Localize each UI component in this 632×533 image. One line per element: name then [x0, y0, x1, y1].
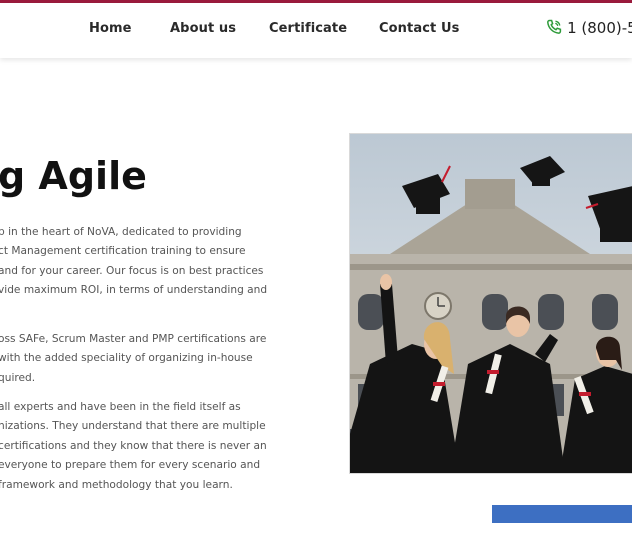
nav-home-link[interactable]: Home — [89, 21, 132, 36]
page-heading: g Agile — [0, 154, 147, 198]
certifications-paragraph: oss SAFe, Scrum Master and PMP certifica… — [0, 333, 267, 384]
graduates-illustration — [350, 134, 632, 473]
graduation-photo — [349, 133, 632, 474]
phone-number: 1 (800)-5 — [567, 19, 632, 37]
cta-button[interactable] — [492, 505, 632, 523]
phone-contact[interactable]: 1 (800)-5 — [546, 18, 632, 37]
intro-paragraph: p in the heart of NoVA, dedicated to pro… — [0, 226, 268, 297]
nav-certificate-link[interactable]: Certificate — [269, 21, 347, 36]
main-navbar: Home About us Certificate Contact Us 1 (… — [0, 3, 632, 58]
nav-contact-link[interactable]: Contact Us — [379, 21, 459, 36]
nav-about-link[interactable]: About us — [170, 21, 236, 36]
phone-icon — [547, 19, 562, 34]
experts-paragraph: all experts and have been in the field i… — [0, 401, 267, 491]
